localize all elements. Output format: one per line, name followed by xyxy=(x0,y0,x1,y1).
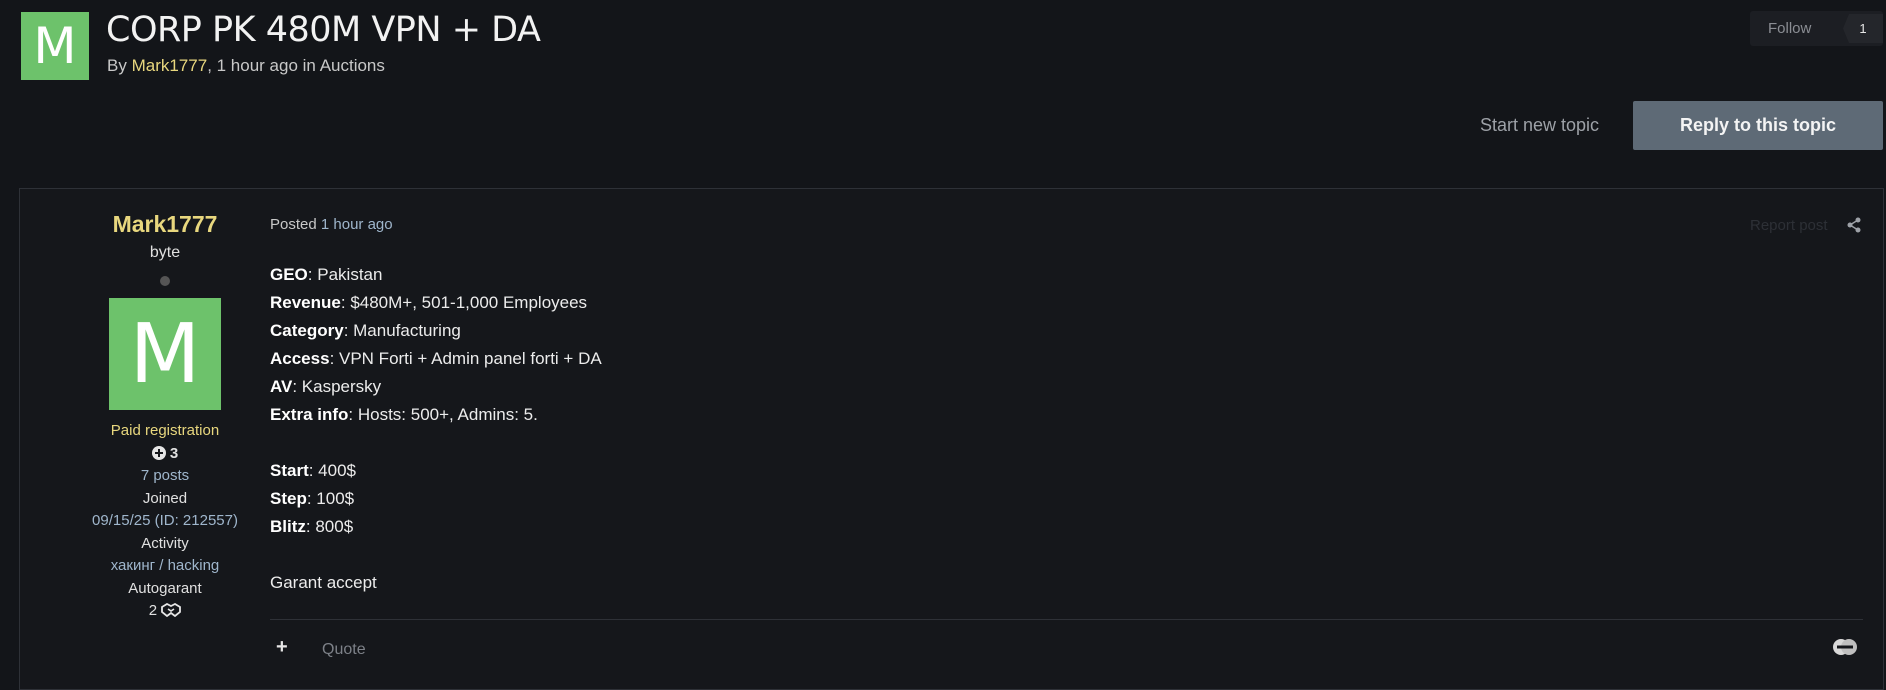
multiquote-plus-button[interactable]: + xyxy=(276,636,288,659)
start-value: : 400$ xyxy=(308,461,356,480)
quote-button[interactable]: Quote xyxy=(322,641,366,659)
revenue-value: : $480M+, 501-1,000 Employees xyxy=(340,293,588,312)
joined-value: 09/15/25 (ID: 212557) xyxy=(92,512,238,529)
line-step: Step: 100$ xyxy=(270,485,602,513)
post-author-name[interactable]: Mark1777 xyxy=(60,211,270,238)
extra-key: Extra info xyxy=(270,405,349,424)
handshake-icon xyxy=(161,602,182,618)
line-revenue: Revenue: $480M+, 501-1,000 Employees xyxy=(270,289,602,317)
activity-value: хакинг / hacking xyxy=(110,557,220,574)
step-value: : 100$ xyxy=(306,489,355,508)
reaction-icon[interactable] xyxy=(1832,638,1858,656)
av-key: AV xyxy=(270,377,293,396)
line-blitz: Blitz: 800$ xyxy=(270,513,602,541)
access-value: : VPN Forti + Admin panel forti + DA xyxy=(329,349,602,368)
blitz-key: Blitz xyxy=(270,517,306,536)
author-group: Paid registration xyxy=(110,422,220,439)
line-access: Access: VPN Forti + Admin panel forti + … xyxy=(270,345,602,373)
topic-time: , 1 hour ago in xyxy=(207,56,316,75)
start-key: Start xyxy=(270,461,309,480)
follow-button[interactable]: Follow 1 xyxy=(1750,11,1883,46)
reputation: 3 xyxy=(60,443,270,466)
line-av: AV: Kaspersky xyxy=(270,373,602,401)
revenue-key: Revenue xyxy=(270,293,341,312)
blitz-value: : 800$ xyxy=(305,517,354,536)
autogarant-value: 2 xyxy=(148,602,158,619)
step-key: Step xyxy=(270,489,307,508)
posted-time[interactable]: 1 hour ago xyxy=(321,216,393,233)
post-author-panel: Mark1777 byte M Paid registration 3 7 po… xyxy=(60,211,270,623)
geo-key: GEO xyxy=(270,265,308,284)
post-footer-divider xyxy=(270,619,1863,620)
by-label: By xyxy=(107,56,127,75)
post-container: Mark1777 byte M Paid registration 3 7 po… xyxy=(19,188,1884,690)
topic-author-avatar[interactable]: M xyxy=(21,12,89,80)
follow-label: Follow xyxy=(1768,20,1812,37)
topic-title: CORP PK 480M VPN + DA xyxy=(106,10,541,50)
category-key: Category xyxy=(270,321,344,340)
line-start: Start: 400$ xyxy=(270,457,602,485)
post-content: GEO: Pakistan Revenue: $480M+, 501-1,000… xyxy=(270,261,602,597)
forum-link[interactable]: Auctions xyxy=(320,56,385,75)
line-extra: Extra info: Hosts: 500+, Admins: 5. xyxy=(270,401,602,429)
closing-line: Garant accept xyxy=(270,573,377,592)
line-category: Category: Manufacturing xyxy=(270,317,602,345)
author-posts-link[interactable]: 7 posts xyxy=(60,465,270,488)
topic-byline: By Mark1777, 1 hour ago in Auctions xyxy=(107,56,385,76)
geo-value: : Pakistan xyxy=(307,265,383,284)
reply-to-topic-button[interactable]: Reply to this topic xyxy=(1633,101,1883,150)
autogarant-label: Autogarant xyxy=(128,579,202,597)
access-key: Access xyxy=(270,349,330,368)
joined-label: Joined xyxy=(142,489,188,507)
extra-value: : Hosts: 500+, Admins: 5. xyxy=(348,405,538,424)
follow-count: 1 xyxy=(1843,14,1883,43)
start-new-topic-link[interactable]: Start new topic xyxy=(1480,115,1599,136)
av-value: : Kaspersky xyxy=(292,377,382,396)
post-meta: Posted 1 hour ago xyxy=(270,216,393,233)
topic-author-link[interactable]: Mark1777 xyxy=(132,56,208,75)
share-icon[interactable] xyxy=(1846,217,1862,233)
report-post-link[interactable]: Report post xyxy=(1750,217,1828,234)
plus-circle-icon xyxy=(151,445,166,460)
posted-label: Posted xyxy=(270,216,317,233)
reputation-value: 3 xyxy=(169,444,179,462)
post-author-title: byte xyxy=(149,244,181,261)
post-author-avatar[interactable]: M xyxy=(109,298,221,410)
autogarant-row: 2 xyxy=(60,600,270,623)
online-status-icon xyxy=(160,276,170,286)
category-value: : Manufacturing xyxy=(343,321,461,340)
line-geo: GEO: Pakistan xyxy=(270,261,602,289)
activity-label: Activity xyxy=(141,534,189,552)
